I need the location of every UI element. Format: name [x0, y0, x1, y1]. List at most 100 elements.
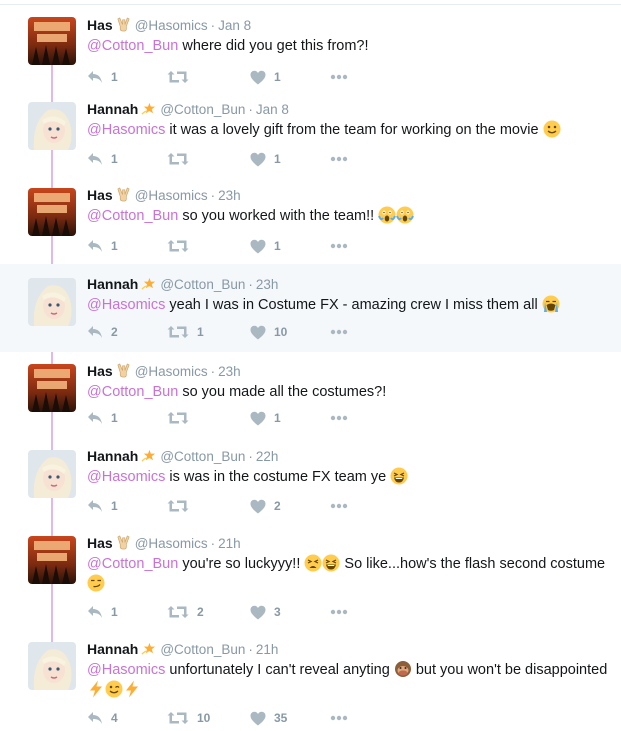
avatar-hannah[interactable] [28, 450, 76, 498]
timestamp[interactable]: 22h [256, 449, 279, 464]
display-name[interactable]: Hannah [87, 641, 138, 657]
retweet-icon [167, 605, 189, 619]
more-icon [330, 609, 348, 615]
retweet-button[interactable]: 1 [167, 322, 204, 342]
more-options-button[interactable] [330, 322, 348, 342]
reply-button[interactable]: 4 [87, 708, 118, 728]
retweet-button[interactable] [167, 408, 197, 428]
victory-hand-icon [116, 535, 131, 550]
display-name[interactable]: Hannah [87, 276, 138, 292]
conversation-thread: Has @Hasomics · Jan 8 @Cotton_Bun where did… [0, 0, 621, 731]
retweet-icon [167, 499, 189, 513]
avatar-justice-league[interactable] [28, 536, 76, 584]
like-icon [250, 152, 266, 167]
avatar-justice-league[interactable] [28, 188, 76, 236]
avatar-hannah[interactable] [28, 642, 76, 690]
reply-button[interactable]: 1 [87, 236, 118, 256]
zap-emoji-icon [123, 680, 141, 698]
tweet[interactable]: Hannah @Cotton_Bun · 22h @Hasomics is was i… [0, 436, 621, 524]
like-button[interactable]: 1 [250, 236, 281, 256]
mention-link[interactable]: @Hasomics [87, 122, 165, 138]
mention-link[interactable]: @Hasomics [87, 297, 165, 313]
retweet-button[interactable] [167, 236, 197, 256]
replie-count: 2 [111, 325, 118, 339]
mention-link[interactable]: @Cotton_Bun [87, 384, 178, 400]
timestamp[interactable]: 23h [218, 364, 241, 379]
reply-button[interactable]: 1 [87, 496, 118, 516]
mention-link[interactable]: @Cotton_Bun [87, 556, 178, 572]
reply-button[interactable]: 1 [87, 149, 118, 169]
username[interactable]: @Hasomics [135, 188, 208, 203]
reply-button[interactable]: 1 [87, 602, 118, 622]
retweet-button[interactable]: 2 [167, 602, 204, 622]
username[interactable]: @Hasomics [135, 364, 208, 379]
slight-smile-emoji-icon [543, 120, 561, 138]
tweet-highlighted[interactable]: Hannah @Cotton_Bun · 23h @Hasomics yeah I w… [0, 264, 621, 352]
retweet-button[interactable] [167, 67, 197, 87]
timestamp[interactable]: Jan 8 [256, 102, 289, 117]
display-name[interactable]: Has [87, 17, 113, 33]
more-options-button[interactable] [330, 408, 348, 428]
username[interactable]: @Cotton_Bun [160, 449, 245, 464]
more-options-button[interactable] [330, 602, 348, 622]
tweet-actions: 11 [87, 149, 387, 169]
like-button[interactable]: 2 [250, 496, 281, 516]
more-icon [330, 74, 348, 80]
tweet-header: Has @Hasomics · Jan 8 [87, 17, 252, 33]
like-count: 10 [274, 325, 288, 339]
retweet-button[interactable]: 10 [167, 708, 210, 728]
tweet[interactable]: Has @Hasomics · Jan 8 @Cotton_Bun where did… [0, 4, 621, 88]
display-name[interactable]: Has [87, 187, 113, 203]
mention-link[interactable]: @Hasomics [87, 469, 165, 485]
avatar-justice-league[interactable] [28, 364, 76, 412]
username[interactable]: @Cotton_Bun [160, 642, 245, 657]
more-options-button[interactable] [330, 236, 348, 256]
username[interactable]: @Hasomics [135, 18, 208, 33]
like-button[interactable]: 35 [250, 708, 287, 728]
timestamp[interactable]: 21h [256, 642, 279, 657]
username[interactable]: @Hasomics [135, 536, 208, 551]
tweet-text: @Cotton_Bun where did you get this from?… [87, 38, 369, 54]
username[interactable]: @Cotton_Bun [160, 277, 245, 292]
display-name[interactable]: Hannah [87, 448, 138, 464]
reply-button[interactable]: 1 [87, 408, 118, 428]
reply-button[interactable]: 2 [87, 322, 118, 342]
tweet[interactable]: Has @Hasomics · 23h @Cotton_Bun so you made… [0, 352, 621, 436]
display-name[interactable]: Hannah [87, 101, 138, 117]
reply-button[interactable]: 1 [87, 67, 118, 87]
tweet[interactable]: Hannah @Cotton_Bun · Jan 8 @Hasomics it was… [0, 88, 621, 174]
tweet-header: Has @Hasomics · 21h [87, 535, 241, 551]
avatar-hannah[interactable] [28, 278, 76, 326]
mention-link[interactable]: @Cotton_Bun [87, 208, 178, 224]
timestamp[interactable]: Jan 8 [218, 18, 251, 33]
timestamp[interactable]: 23h [256, 277, 279, 292]
mention-link[interactable]: @Hasomics [87, 662, 165, 678]
mention-link[interactable]: @Cotton_Bun [87, 38, 178, 54]
retweet-button[interactable] [167, 149, 197, 169]
username[interactable]: @Cotton_Bun [160, 102, 245, 117]
replie-count: 4 [111, 711, 118, 725]
tweet-header: Hannah @Cotton_Bun · 21h [87, 641, 279, 657]
tweet-actions: 2 1 10 [87, 322, 387, 342]
avatar-justice-league[interactable] [28, 17, 76, 65]
more-options-button[interactable] [330, 708, 348, 728]
like-button[interactable]: 1 [250, 67, 281, 87]
tweet[interactable]: Has @Hasomics · 21h @Cotton_Bun you're so l… [0, 524, 621, 628]
display-name[interactable]: Has [87, 535, 113, 551]
tweet[interactable]: Hannah @Cotton_Bun · 21h @Hasomics unfortun… [0, 630, 621, 731]
like-button[interactable]: 1 [250, 149, 281, 169]
like-button[interactable]: 3 [250, 602, 281, 622]
more-options-button[interactable] [330, 149, 348, 169]
more-options-button[interactable] [330, 496, 348, 516]
timestamp[interactable]: 23h [218, 188, 241, 203]
retweet-button[interactable] [167, 496, 197, 516]
retweet-icon [167, 239, 189, 253]
like-button[interactable]: 1 [250, 408, 281, 428]
tweet[interactable]: Has @Hasomics · 23h @Cotton_Bun so you work… [0, 174, 621, 262]
more-options-button[interactable] [330, 67, 348, 87]
avatar-hannah[interactable] [28, 102, 76, 150]
zap-emoji-icon [87, 680, 105, 698]
like-button[interactable]: 10 [250, 322, 287, 342]
display-name[interactable]: Has [87, 363, 113, 379]
timestamp[interactable]: 21h [218, 536, 241, 551]
